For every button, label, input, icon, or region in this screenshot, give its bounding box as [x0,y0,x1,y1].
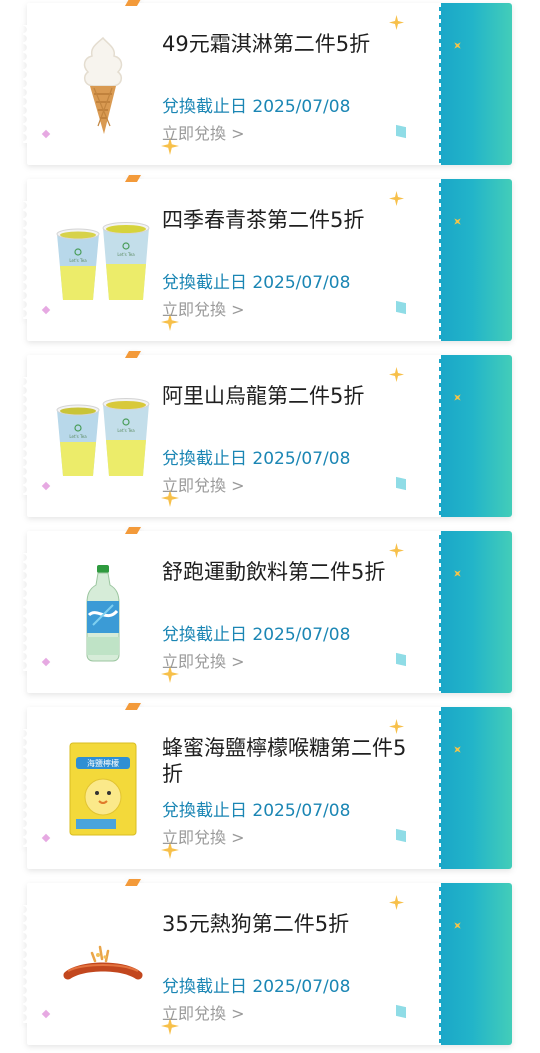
coupon-stub [438,355,512,517]
redeem-link[interactable]: 立即兌換 > [162,648,245,672]
coupon-stub [438,3,512,165]
stub-star-icon [451,215,464,228]
stub-star-icon [451,39,464,52]
coupon-stub [438,179,512,341]
confetti-icon [396,124,406,139]
stub-star-icon [451,743,464,756]
coupon-card[interactable]: 海鹽檸檬 蜂蜜海鹽檸檬喉糖第二件5折 兌換截止日 2025/07/08 立即兌換… [23,703,512,869]
sports-drink-bottle-icon [53,553,153,673]
coupon-stub [438,531,512,693]
tea-cups-icon: Let's Tea Let's Tea [53,377,153,497]
confetti-icon [396,1004,406,1019]
coupon-title: 阿里山烏龍第二件5折 [162,384,365,408]
redeem-link[interactable]: 立即兌換 > [162,472,245,496]
coupon-card[interactable]: 35元熱狗第二件5折 兌換截止日 2025/07/08 立即兌換 > [23,879,512,1045]
stub-star-icon [451,567,464,580]
coupon-title: 舒跑運動飲料第二件5折 [162,560,386,584]
coupon-deadline: 兌換截止日 2025/07/08 [162,801,351,821]
stub-star-icon [451,919,464,932]
coupon-deadline: 兌換截止日 2025/07/08 [162,97,351,117]
cup-label: Let's Tea [117,428,135,433]
coupon-list: 49元霜淇淋第二件5折 兌換截止日 2025/07/08 立即兌換 > Let'… [0,0,540,1053]
confetti-icon [396,652,406,667]
coupon-stub [438,883,512,1045]
coupon-card[interactable]: 49元霜淇淋第二件5折 兌換截止日 2025/07/08 立即兌換 > [23,0,512,165]
cup-label: Let's Tea [117,252,135,257]
coupon-card[interactable]: Let's Tea Let's Tea 四季春青茶第二件5折 兌換截止日 202… [23,175,512,341]
stub-star-icon [451,391,464,404]
coupon-deadline: 兌換截止日 2025/07/08 [162,977,351,997]
soft-serve-icon [53,25,153,145]
coupon-title: 35元熱狗第二件5折 [162,912,350,936]
redeem-link[interactable]: 立即兌換 > [162,1000,245,1024]
cup-label: Let's Tea [69,258,87,263]
coupon-stub [438,707,512,869]
confetti-icon [396,300,406,315]
coupon-card[interactable]: Let's Tea Let's Tea 阿里山烏龍第二件5折 兌換截止日 202… [23,351,512,517]
coupon-deadline: 兌換截止日 2025/07/08 [162,625,351,645]
tea-cups-icon: Let's Tea Let's Tea [53,201,153,321]
coupon-title: 49元霜淇淋第二件5折 [162,32,371,56]
redeem-link[interactable]: 立即兌換 > [162,824,245,848]
coupon-card[interactable]: 舒跑運動飲料第二件5折 兌換截止日 2025/07/08 立即兌換 > [23,527,512,693]
pack-label: 海鹽檸檬 [87,758,119,768]
confetti-icon [396,476,406,491]
candy-pack-icon: 海鹽檸檬 [53,729,153,849]
hot-dog-icon [53,905,153,1025]
coupon-deadline: 兌換截止日 2025/07/08 [162,273,351,293]
redeem-link[interactable]: 立即兌換 > [162,296,245,320]
confetti-icon [396,828,406,843]
coupon-deadline: 兌換截止日 2025/07/08 [162,449,351,469]
cup-label: Let's Tea [69,434,87,439]
coupon-title: 四季春青茶第二件5折 [162,208,365,232]
redeem-link[interactable]: 立即兌換 > [162,120,245,144]
coupon-title: 蜂蜜海鹽檸檬喉糖第二件5折 [162,736,407,786]
